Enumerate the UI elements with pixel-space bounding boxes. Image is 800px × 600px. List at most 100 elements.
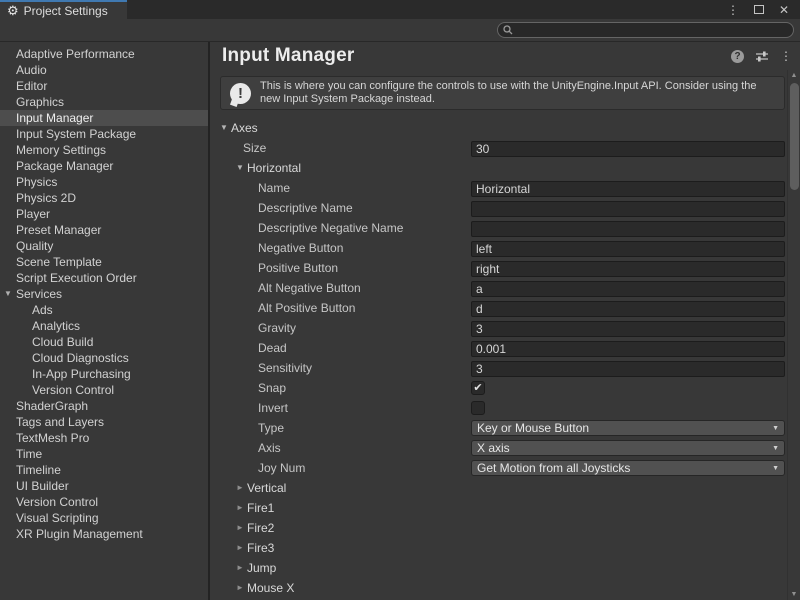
- sidebar-item-cloud-build[interactable]: Cloud Build: [0, 334, 208, 350]
- property-label: Joy Num: [258, 458, 305, 478]
- sidebar-item-editor[interactable]: Editor: [0, 78, 208, 94]
- sidebar-item-textmesh-pro[interactable]: TextMesh Pro: [0, 430, 208, 446]
- sidebar-item-player[interactable]: Player: [0, 206, 208, 222]
- foldout-closed-icon[interactable]: ►: [236, 478, 244, 498]
- settings-area: ! This is where you can configure the co…: [210, 70, 787, 600]
- sidebar-item-preset-manager[interactable]: Preset Manager: [0, 222, 208, 238]
- sidebar-item-quality[interactable]: Quality: [0, 238, 208, 254]
- sidebar-item-visual-scripting[interactable]: Visual Scripting: [0, 510, 208, 526]
- descriptive-name-field[interactable]: [471, 201, 785, 217]
- sidebar-item-version-control[interactable]: Version Control: [0, 494, 208, 510]
- more-menu-icon[interactable]: ⋮: [780, 51, 792, 62]
- scroll-up-icon[interactable]: ▲: [788, 72, 800, 79]
- search-box[interactable]: [497, 22, 794, 38]
- alt-positive-button-field[interactable]: [471, 301, 785, 317]
- field-wrap: [471, 280, 785, 296]
- foldout-open-icon[interactable]: ▼: [236, 158, 244, 178]
- sidebar-item-in-app-purchasing[interactable]: In-App Purchasing: [0, 366, 208, 382]
- info-box: ! This is where you can configure the co…: [220, 76, 785, 110]
- sidebar-item-input-manager[interactable]: Input Manager: [0, 110, 208, 126]
- sidebar-item-version-control[interactable]: Version Control: [0, 382, 208, 398]
- sensitivity-field[interactable]: [471, 361, 785, 377]
- sidebar-item-shadergraph[interactable]: ShaderGraph: [0, 398, 208, 414]
- sidebar-item-timeline[interactable]: Timeline: [0, 462, 208, 478]
- row-dead: Dead: [210, 338, 787, 358]
- foldout-closed-icon[interactable]: ►: [236, 538, 244, 558]
- sidebar-item-tags-and-layers[interactable]: Tags and Layers: [0, 414, 208, 430]
- dropdown-wrap: Key or Mouse Button▼: [471, 420, 785, 436]
- help-icon[interactable]: ?: [731, 50, 744, 63]
- sidebar-item-physics-2d[interactable]: Physics 2D: [0, 190, 208, 206]
- property-label[interactable]: Fire1: [247, 498, 274, 518]
- joy-num-dropdown[interactable]: Get Motion from all Joysticks▼: [471, 460, 785, 476]
- sidebar-item-ui-builder[interactable]: UI Builder: [0, 478, 208, 494]
- sidebar-item-xr-plugin-management[interactable]: XR Plugin Management: [0, 526, 208, 542]
- negative-button-field[interactable]: [471, 241, 785, 257]
- sidebar-item-scene-template[interactable]: Scene Template: [0, 254, 208, 270]
- property-label: Snap: [258, 378, 286, 398]
- property-label[interactable]: Fire2: [247, 518, 274, 538]
- close-icon[interactable]: ✕: [779, 4, 789, 16]
- row-type: TypeKey or Mouse Button▼: [210, 418, 787, 438]
- maximize-icon[interactable]: [754, 5, 764, 14]
- vertical-scrollbar[interactable]: ▲ ▼: [787, 70, 800, 600]
- gravity-field[interactable]: [471, 321, 785, 337]
- header-icons: ? ⋮: [731, 50, 795, 63]
- alt-negative-button-field[interactable]: [471, 281, 785, 297]
- sidebar-item-graphics[interactable]: Graphics: [0, 94, 208, 110]
- descriptive-negative-name-field[interactable]: [471, 221, 785, 237]
- window-controls: ⋮ ✕: [727, 0, 800, 19]
- row-jump: ►Jump: [210, 558, 787, 578]
- sidebar-item-adaptive-performance[interactable]: Adaptive Performance: [0, 46, 208, 62]
- property-label[interactable]: Horizontal: [247, 158, 301, 178]
- property-label: Name: [258, 178, 290, 198]
- field-wrap: [471, 200, 785, 216]
- sidebar-item-input-system-package[interactable]: Input System Package: [0, 126, 208, 142]
- foldout-closed-icon[interactable]: ►: [236, 518, 244, 538]
- name-field[interactable]: [471, 181, 785, 197]
- property-label[interactable]: Jump: [247, 558, 276, 578]
- sidebar-item-time[interactable]: Time: [0, 446, 208, 462]
- foldout-closed-icon[interactable]: ►: [236, 498, 244, 518]
- sidebar-item-cloud-diagnostics[interactable]: Cloud Diagnostics: [0, 350, 208, 366]
- sidebar-item-ads[interactable]: Ads: [0, 302, 208, 318]
- row-axes: ▼Axes: [210, 118, 787, 138]
- presets-icon[interactable]: [755, 50, 769, 62]
- page-title: Input Manager: [222, 45, 731, 67]
- row-alt-positive-button: Alt Positive Button: [210, 298, 787, 318]
- property-label: Gravity: [258, 318, 296, 338]
- axis-dropdown[interactable]: X axis▼: [471, 440, 785, 456]
- property-label[interactable]: Vertical: [247, 478, 286, 498]
- panel-body: ! This is where you can configure the co…: [210, 70, 800, 600]
- invert-checkbox[interactable]: [471, 401, 485, 415]
- foldout-closed-icon[interactable]: ►: [236, 578, 244, 598]
- scroll-down-icon[interactable]: ▼: [788, 591, 800, 598]
- size-field[interactable]: [471, 141, 785, 157]
- scrollbar-thumb[interactable]: [790, 83, 799, 190]
- dropdown-wrap: X axis▼: [471, 440, 785, 456]
- foldout-open-icon[interactable]: ▼: [4, 286, 12, 302]
- property-label[interactable]: Axes: [231, 118, 258, 138]
- checkbox-wrap: ✔: [471, 380, 785, 396]
- property-label[interactable]: Fire3: [247, 538, 274, 558]
- sidebar-item-package-manager[interactable]: Package Manager: [0, 158, 208, 174]
- foldout-open-icon[interactable]: ▼: [220, 118, 228, 138]
- row-negative-button: Negative Button: [210, 238, 787, 258]
- property-label[interactable]: Mouse X: [247, 578, 294, 598]
- tab-project-settings[interactable]: ⚙ Project Settings: [0, 0, 127, 19]
- sidebar-item-memory-settings[interactable]: Memory Settings: [0, 142, 208, 158]
- sidebar-item-script-execution-order[interactable]: Script Execution Order: [0, 270, 208, 286]
- search-input[interactable]: [517, 24, 793, 36]
- sidebar-item-analytics[interactable]: Analytics: [0, 318, 208, 334]
- type-dropdown[interactable]: Key or Mouse Button▼: [471, 420, 785, 436]
- foldout-closed-icon[interactable]: ►: [236, 558, 244, 578]
- sidebar-item-audio[interactable]: Audio: [0, 62, 208, 78]
- sidebar-item-physics[interactable]: Physics: [0, 174, 208, 190]
- dead-field[interactable]: [471, 341, 785, 357]
- window-menu-icon[interactable]: ⋮: [727, 5, 739, 15]
- tab-title: Project Settings: [24, 4, 108, 18]
- sidebar-item-services[interactable]: ▼Services: [0, 286, 208, 302]
- property-label: Dead: [258, 338, 287, 358]
- positive-button-field[interactable]: [471, 261, 785, 277]
- snap-checkbox[interactable]: ✔: [471, 381, 485, 395]
